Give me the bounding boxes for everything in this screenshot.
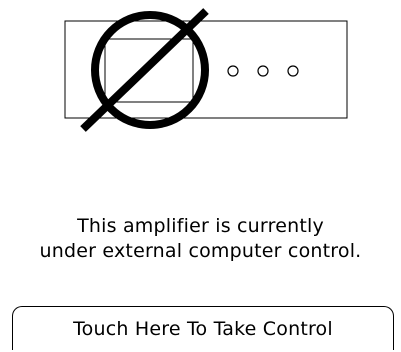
amplifier-knob [287,65,299,77]
take-control-button[interactable]: Touch Here To Take Control [12,306,394,350]
status-message-line-2: under external computer control. [39,240,362,262]
prohibited-icon [80,8,209,132]
status-message-line-1: This amplifier is currently [77,215,324,237]
amplifier-knob [227,65,239,77]
amplifier-disabled-illustration [64,8,348,132]
amplifier-knob [257,65,269,77]
